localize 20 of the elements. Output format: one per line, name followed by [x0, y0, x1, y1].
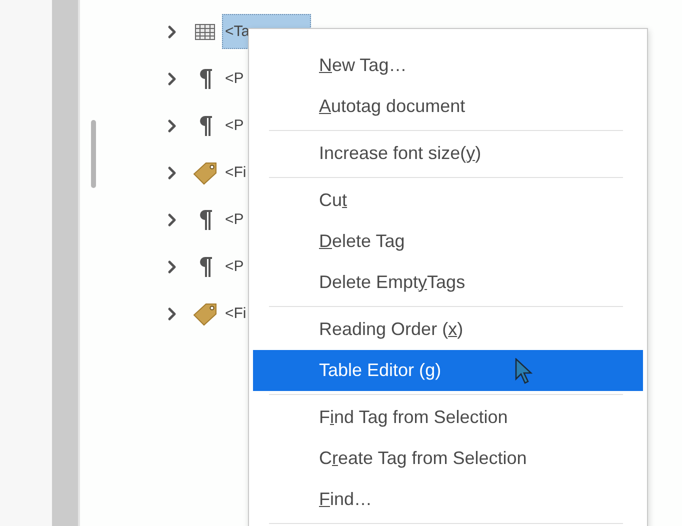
- menu-item[interactable]: New Tag…: [253, 45, 643, 86]
- mouse-pointer-icon: [515, 358, 533, 384]
- menu-item[interactable]: Increase font size(y): [253, 133, 643, 174]
- menu-item[interactable]: Table Editor (g): [253, 350, 643, 391]
- tag-icon: [192, 160, 218, 184]
- menu-item[interactable]: Find Tag from Selection: [253, 397, 643, 438]
- menu-item[interactable]: Create Tag from Selection: [253, 438, 643, 479]
- menu-item[interactable]: Reading Order (x): [253, 309, 643, 350]
- scrollbar-thumb[interactable]: [90, 120, 96, 188]
- menu-item[interactable]: Autotag document: [253, 86, 643, 127]
- paragraph-icon: [198, 256, 212, 276]
- menu-item[interactable]: Cut: [253, 180, 643, 221]
- paragraph-icon: [198, 210, 212, 230]
- menu-item[interactable]: Delete EmptyTags: [253, 262, 643, 303]
- menu-item[interactable]: Delete Tag: [253, 221, 643, 262]
- paragraph-icon: [198, 116, 212, 136]
- paragraph-icon: [198, 68, 212, 88]
- tag-icon: [192, 302, 218, 326]
- table-icon: [195, 24, 215, 40]
- menu-item[interactable]: Find…: [253, 479, 643, 520]
